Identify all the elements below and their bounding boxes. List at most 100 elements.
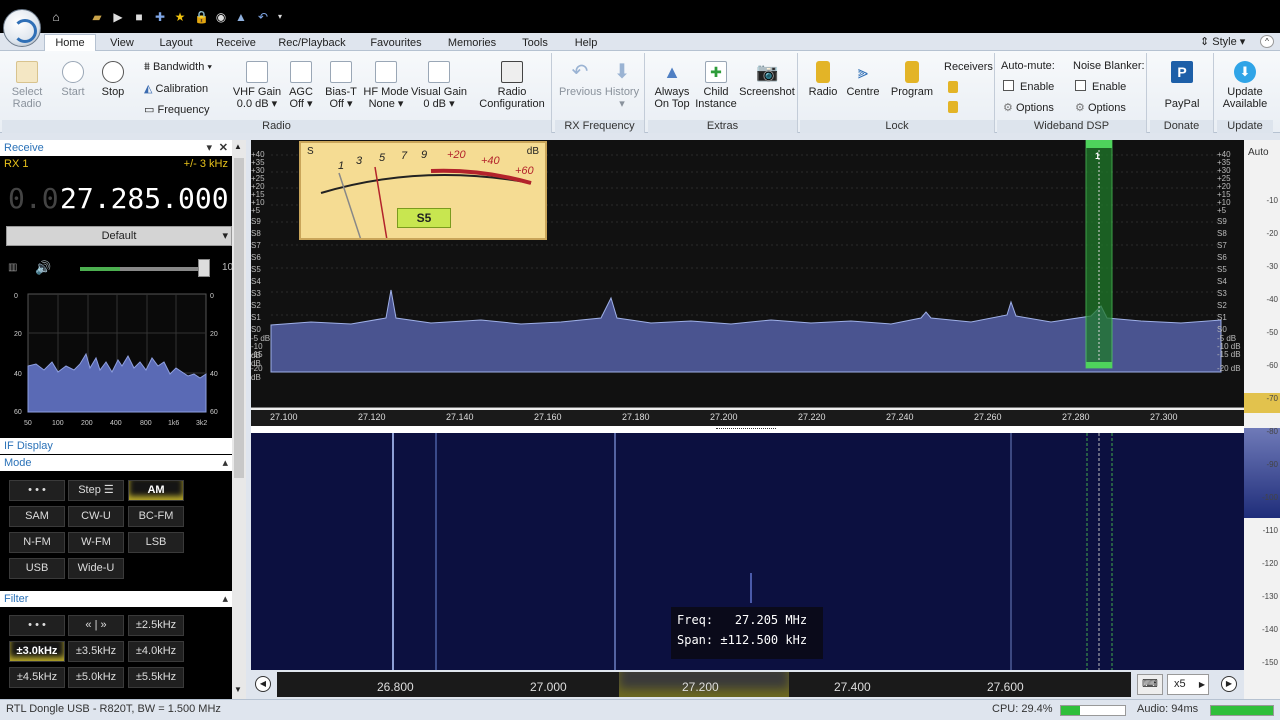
vhf-gain-button[interactable]: VHF Gain 0.0 dB ▾ [232,61,282,110]
start-button[interactable]: Start [54,61,92,98]
left-panel-scrollbar[interactable]: ▲ ▼ [232,140,246,700]
radio-configuration-button[interactable]: Radio Configuration [474,61,550,110]
volume-slider[interactable] [80,267,205,271]
mode-sam-button[interactable]: SAM [9,506,65,527]
filter-3-0khz-button[interactable]: ±3.0kHz [9,641,65,662]
profile-dropdown[interactable]: Default ▾ [6,226,232,246]
tab-memories[interactable]: Memories [442,35,502,52]
add-icon[interactable]: ✚ [153,10,167,24]
filter-more-button[interactable]: • • • [9,615,65,636]
volume-slider-thumb[interactable] [198,259,210,277]
filter-panel-header[interactable]: Filter ▴ [0,591,232,607]
mode-lsb-button[interactable]: LSB [128,532,184,553]
select-radio-button[interactable]: Select Radio [4,61,50,110]
frequency-axis[interactable]: 27.100 27.120 27.140 27.160 27.180 27.20… [251,410,1244,426]
calibration-button[interactable]: ◭ Calibration [144,82,208,95]
if-display-header[interactable]: IF Display [0,438,232,454]
pin-icon[interactable]: ▾ [206,140,212,156]
profile-value: Default [101,230,137,242]
history-button[interactable]: ⬇ History ▾ [601,61,643,110]
spectrum-waterfall-splitter[interactable] [251,426,1244,433]
scrollbar-thumb[interactable] [234,158,244,478]
screenshot-button[interactable]: 📷 Screenshot [738,61,796,98]
speaker-icon[interactable]: 🔊 [35,260,51,276]
scroll-left-button[interactable]: ◀ [255,676,271,692]
update-button[interactable]: ⬇ Update Available [1219,61,1271,110]
child-instance-button[interactable]: ✚ Child Instance [694,61,738,110]
frequency-display[interactable]: 27.285.000 [60,182,229,215]
scroll-right-button[interactable]: ▶ [1221,676,1237,692]
app-menu-button[interactable] [3,9,41,47]
agc-button[interactable]: AGC Off ▾ [285,61,317,110]
lock-receivers-button[interactable]: Receivers [944,61,993,73]
filter-2-5khz-button[interactable]: ±2.5kHz [128,615,184,636]
collapse-ribbon-icon[interactable]: ^ [1260,35,1274,48]
lock-program-button[interactable]: Program [888,61,936,98]
waterfall-display[interactable]: Freq: 27.205 MHz Span: ±112.500 kHz [251,433,1244,670]
auto-mute-enable-checkbox[interactable]: Enable [1003,80,1054,93]
lock-centre-button[interactable]: ⫸ Centre [844,61,882,98]
mode-wide-u-button[interactable]: Wide-U [68,558,124,579]
play-icon[interactable]: ▶ [111,10,125,24]
stop-button[interactable]: Stop [94,61,132,98]
undo-icon[interactable]: ↶ [256,10,270,24]
noise-blanker-options-button[interactable]: ⚙ Options [1075,101,1126,114]
tab-favourites[interactable]: Favourites [362,35,430,52]
frequency-button[interactable]: ▭ Frequency [144,103,209,116]
visual-gain-button[interactable]: Visual Gain 0 dB ▾ [410,61,468,110]
auto-button[interactable]: Auto [1248,147,1269,158]
previous-button[interactable]: ↶ Previous [559,61,602,98]
folder-icon[interactable]: ▰ [90,10,104,24]
tab-home[interactable]: Home [44,34,96,52]
lock-icon[interactable]: 🔒 [194,10,209,24]
scroll-up-icon[interactable]: ▲ [234,142,242,151]
tab-tools[interactable]: Tools [515,35,555,52]
star-icon[interactable]: ★ [173,10,187,24]
mode-panel-header[interactable]: Mode ▴ [0,455,232,471]
filter-4-0khz-button[interactable]: ±4.0kHz [128,641,184,662]
bandwidth-button[interactable]: ⩩ Bandwidth ▾ [144,61,212,74]
tab-layout[interactable]: Layout [152,35,200,52]
tab-view[interactable]: View [104,35,140,52]
style-menu[interactable]: ⇕ Style ▾ [1200,35,1245,48]
camera-icon[interactable]: ◉ [214,10,228,24]
mode-w-fm-button[interactable]: W-FM [68,532,124,553]
noise-blanker-label: Noise Blanker: [1073,60,1145,72]
receiver-marker-label[interactable]: 1 [1095,151,1100,161]
mode-am-button[interactable]: AM [128,480,184,501]
calibration-label: Calibration [155,83,209,95]
tab-help[interactable]: Help [566,35,606,52]
tab-receive[interactable]: Receive [212,35,260,52]
mode-n-fm-button[interactable]: N-FM [9,532,65,553]
close-icon[interactable]: ✕ [219,140,228,156]
noise-blanker-enable-checkbox[interactable]: Enable [1075,80,1126,93]
scroll-down-icon[interactable]: ▼ [234,685,242,694]
mode-more-button[interactable]: • • • [9,480,65,501]
filter-adjust-button[interactable]: « | » [68,615,124,636]
equalizer-icon[interactable]: ▥ [8,262,17,273]
slider-icon [246,61,268,83]
zoom-select[interactable]: x5 ▶ [1167,674,1209,695]
signal-icon[interactable]: ▲ [234,10,248,24]
hf-mode-button[interactable]: HF Mode None ▾ [362,61,410,110]
keyboard-icon[interactable]: ⌨ [1137,674,1163,695]
mode-cw-u-button[interactable]: CW-U [68,506,124,527]
customize-icon[interactable]: ▾ [273,10,287,24]
step-button[interactable]: Step ☰ [68,480,124,501]
filter-5-5khz-button[interactable]: ±5.5kHz [128,667,184,688]
filter-5-0khz-button[interactable]: ±5.0kHz [68,667,124,688]
lock-radio-button[interactable]: Radio [804,61,842,98]
filter-3-5khz-button[interactable]: ±3.5kHz [68,641,124,662]
paypal-button[interactable]: P PayPal [1158,61,1206,110]
always-on-top-button[interactable]: ▲ Always On Top [650,61,694,110]
auto-mute-options-button[interactable]: ⚙ Options [1003,101,1054,114]
overview-scale[interactable]: 26.800 27.000 27.200 27.400 27.600 [277,672,1131,697]
mode-bc-fm-button[interactable]: BC-FM [128,506,184,527]
home-icon[interactable]: ⌂ [49,10,63,24]
receive-panel-title: Receive [4,142,44,154]
tab-rec-playback[interactable]: Rec/Playback [274,35,350,52]
bias-t-button[interactable]: Bias-T Off ▾ [322,61,360,110]
stop-icon[interactable]: ■ [132,10,146,24]
mode-usb-button[interactable]: USB [9,558,65,579]
filter-4-5khz-button[interactable]: ±4.5kHz [9,667,65,688]
